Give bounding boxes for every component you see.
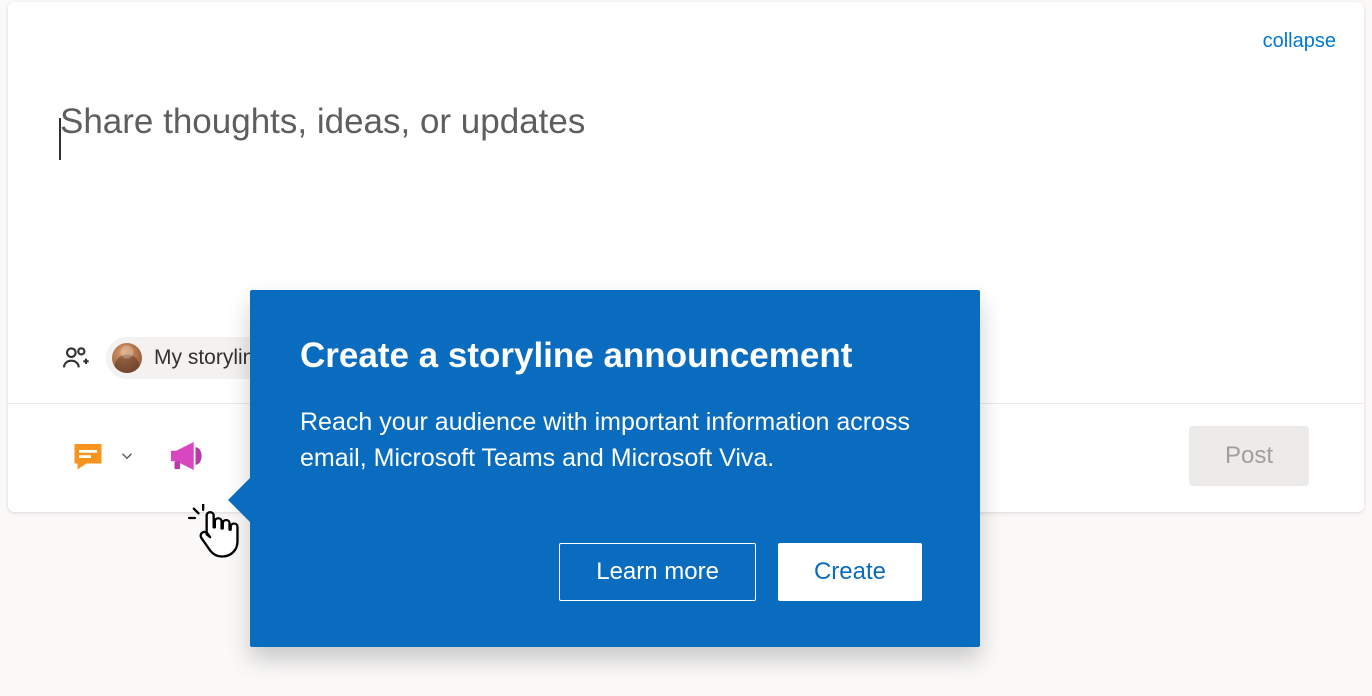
text-caret (59, 118, 61, 160)
compose-input[interactable] (60, 102, 1312, 142)
announcement-callout: Create a storyline announcement Reach yo… (250, 290, 980, 647)
callout-actions: Learn more Create (300, 543, 922, 601)
callout-title: Create a storyline announcement (300, 336, 922, 376)
avatar (112, 343, 142, 373)
post-button[interactable]: Post (1189, 426, 1309, 486)
discussion-icon (70, 438, 106, 474)
people-add-icon[interactable] (60, 342, 92, 374)
collapse-link[interactable]: collapse (1263, 30, 1336, 53)
compose-area (8, 2, 1364, 337)
post-type-picker[interactable] (70, 438, 136, 474)
chevron-down-icon (118, 447, 136, 465)
toolbar-left (70, 435, 206, 477)
callout-body: Reach your audience with important infor… (300, 404, 922, 477)
announcement-button[interactable] (164, 435, 206, 477)
create-button[interactable]: Create (778, 543, 922, 601)
learn-more-button[interactable]: Learn more (559, 543, 756, 601)
